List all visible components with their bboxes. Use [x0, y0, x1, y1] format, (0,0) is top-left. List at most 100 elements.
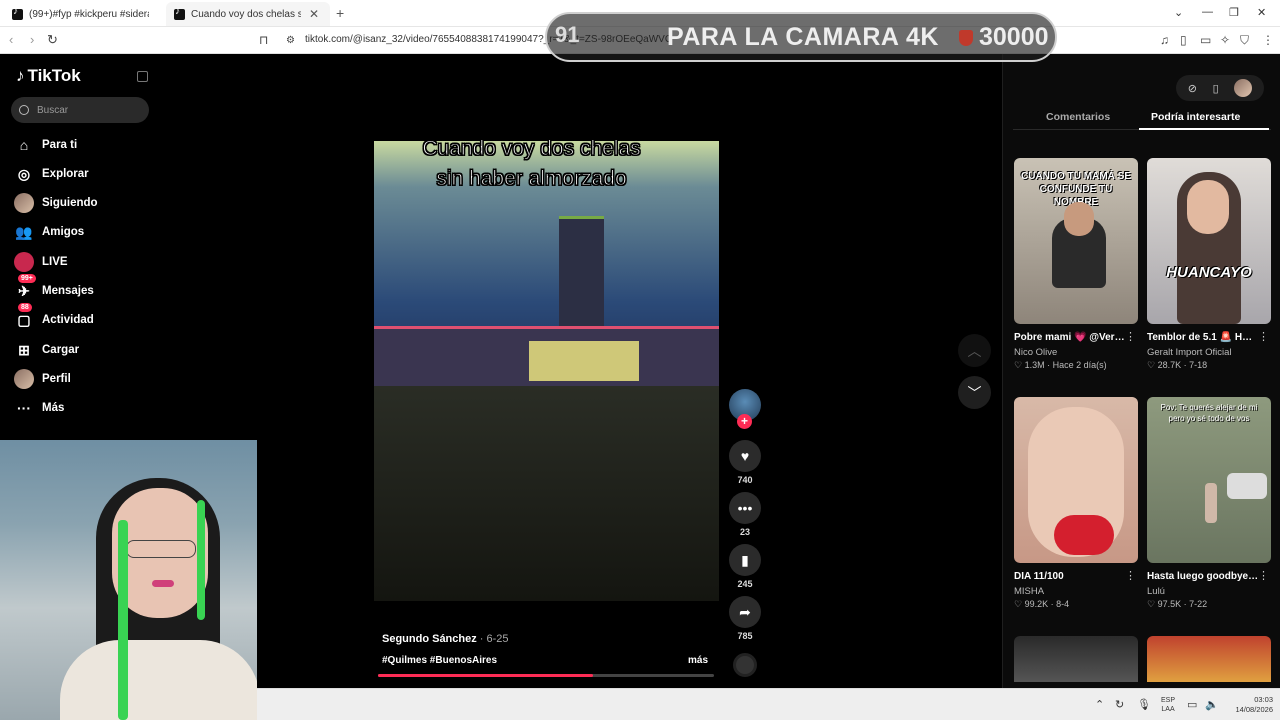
sidebar-icon[interactable]: ▯ [1180, 33, 1187, 47]
menu-icon[interactable]: ⋮ [1262, 33, 1274, 47]
sidebar-item-cargar[interactable]: ⊞ Cargar [14, 338, 79, 362]
sync-icon[interactable]: ↻ [1115, 698, 1124, 711]
minimize-icon[interactable]: — [1202, 6, 1213, 18]
card-title[interactable]: Pobre mami 💗 @Verigonzalez - ... [1014, 330, 1126, 345]
tab-comentarios[interactable]: Comentarios [1046, 111, 1110, 123]
logo-text: TikTok [27, 66, 81, 85]
sidebar-item-live[interactable]: LIVE [14, 250, 68, 274]
recommended-video-card[interactable]: Pov: Te querés alejar de mi pero yo sé t… [1147, 397, 1271, 610]
video-player[interactable] [374, 141, 719, 601]
close-tab-icon[interactable]: ✕ [309, 7, 319, 21]
bookmark-icon[interactable]: ⊓ [259, 33, 268, 47]
back-icon[interactable]: ‹ [9, 32, 13, 47]
recommended-video-card[interactable]: DIA 11/100 ⋮ MISHA ♡ 99.2K · 8-4 [1014, 397, 1138, 610]
follow-plus-icon[interactable]: + [737, 414, 752, 429]
more-link[interactable]: más [688, 655, 708, 666]
extensions-icon[interactable]: ✧ [1220, 33, 1230, 47]
thumb-face [1064, 202, 1094, 236]
card-author[interactable]: Lulú [1147, 586, 1271, 597]
forward-icon[interactable]: › [30, 32, 34, 47]
search-input[interactable] [37, 104, 137, 116]
sidebar-item-perfil[interactable]: Perfil [14, 367, 71, 391]
more-options-icon[interactable]: ⋮ [1125, 330, 1136, 343]
video-author[interactable]: Segundo Sánchez · 6-25 [382, 633, 509, 645]
video-thumbnail[interactable]: HUANCAYO [1147, 158, 1271, 324]
next-video-button[interactable]: ﹀ [958, 376, 991, 409]
video-hashtags[interactable]: #Quilmes #BuenosAires [382, 655, 497, 666]
recommended-video-card[interactable]: HUANCAYO Temblor de 5.1 🚨 HUANCAYO #huan… [1147, 158, 1271, 371]
clock-time: 03:03 [1254, 695, 1273, 704]
clock[interactable]: 03:03 14/08/2026 [1225, 695, 1273, 715]
browser-tab[interactable]: (99+)#fyp #kickperu #sideral | sidera [4, 2, 164, 26]
card-author[interactable]: Nico Olive [1014, 347, 1138, 358]
author-name[interactable]: Segundo Sánchez [382, 633, 477, 645]
shield-icon[interactable]: ⛉ [1240, 33, 1249, 48]
site-info-icon[interactable]: ⚙ [286, 35, 295, 46]
sidebar-item-label: Para ti [42, 139, 78, 151]
share-action[interactable]: ➦ 785 [729, 596, 761, 641]
share-icon[interactable]: ➦ [729, 596, 761, 628]
card-title[interactable]: Temblor de 5.1 🚨 HUANCAYO #huancay... [1147, 330, 1259, 345]
collapse-sidebar-icon[interactable] [137, 71, 148, 82]
microphone-icon[interactable]: 🎙 [1137, 698, 1151, 711]
heart-icon[interactable]: ♥ [729, 440, 761, 472]
more-options-icon[interactable]: ⋮ [1125, 569, 1136, 582]
sidebar-item-mensajes[interactable]: ✈ 99+ Mensajes [14, 274, 94, 303]
more-options-icon[interactable]: ⋮ [1258, 330, 1269, 343]
network-icon[interactable]: ▭ [1187, 698, 1197, 711]
sidebar-item-label: LIVE [42, 256, 68, 268]
search-box[interactable] [11, 97, 149, 123]
video-progress-bar[interactable] [378, 674, 714, 677]
sidebar-item-explorar[interactable]: ◎ Explorar [14, 162, 89, 186]
video-thumbnail[interactable] [1014, 397, 1138, 563]
user-avatar[interactable] [1234, 79, 1253, 97]
video-thumbnail[interactable]: Pov: Te querés alejar de mi pero yo sé t… [1147, 397, 1271, 563]
new-tab-icon[interactable]: + [336, 5, 344, 21]
compass-icon: ◎ [17, 165, 31, 182]
card-title[interactable]: DIA 11/100 [1014, 569, 1126, 584]
more-options-icon[interactable]: ⋮ [1258, 569, 1269, 582]
sidebar-item-amigos[interactable]: 👥 Amigos [14, 220, 84, 244]
bookmark-icon[interactable]: ▮ [729, 544, 761, 576]
volume-icon[interactable]: 🔈 [1205, 698, 1219, 711]
thumb-lollipop [1054, 515, 1114, 555]
video-thumbnail-partial[interactable] [1147, 636, 1271, 682]
maximize-icon[interactable]: ❐ [1229, 6, 1239, 19]
card-stats: ♡ 1.3M · Hace 2 día(s) [1014, 360, 1107, 370]
save-action[interactable]: ▮ 245 [729, 544, 761, 589]
sidebar-item-mas[interactable]: ··· Más [14, 396, 64, 420]
card-title[interactable]: Hasta luego goodbye #conozcotusecreto 😈 … [1147, 569, 1259, 584]
card-author[interactable]: Geralt Import Oficial [1147, 347, 1271, 358]
friends-icon: 👥 [15, 223, 33, 240]
device-icon[interactable]: ▯ [1213, 82, 1219, 95]
comment-action[interactable]: ••• 23 [729, 492, 761, 537]
coins-icon[interactable]: ⊘ [1188, 82, 1197, 95]
tiktok-logo[interactable]: ♪ TikTok [16, 66, 81, 86]
panel-tabs: Comentarios Podría interesarte [1013, 104, 1271, 130]
chevron-up-icon[interactable]: ⌃ [1095, 698, 1104, 711]
close-window-icon[interactable]: ✕ [1257, 6, 1266, 19]
tiktok-favicon-icon [174, 6, 185, 20]
wallet-icon[interactable]: ▭ [1200, 33, 1211, 47]
chevron-down-icon[interactable]: ⌄ [1174, 6, 1183, 19]
video-thumbnail-partial[interactable] [1014, 636, 1138, 682]
browser-tab-active[interactable]: Cuando voy dos chelas sin ha ✕ [166, 2, 330, 26]
sidebar-item-actividad[interactable]: ▢ 88 Actividad [14, 303, 94, 332]
sidebar-item-label: Siguiendo [42, 197, 98, 209]
tab-podria-interesarte[interactable]: Podría interesarte [1151, 111, 1240, 123]
sidebar-item-para-ti[interactable]: ⌂ Para ti [14, 133, 77, 157]
tab-title: (99+)#fyp #kickperu #sideral | sidera [29, 8, 149, 20]
comment-icon[interactable]: ••• [729, 492, 761, 524]
language-indicator[interactable]: ESP LAA [1161, 696, 1175, 714]
music-icon[interactable]: ♫ [1160, 33, 1169, 47]
music-disc-icon[interactable] [733, 653, 757, 677]
video-thumbnail[interactable]: CUANDO TU MAMÁ SE CONFUNDE TU NOMBRE [1014, 158, 1138, 324]
sidebar-item-siguiendo[interactable]: Siguiendo [14, 191, 98, 215]
webcam-person-body [60, 640, 257, 720]
card-author[interactable]: MISHA [1014, 586, 1138, 597]
like-action[interactable]: ♥ 740 [729, 440, 761, 485]
recommended-video-card[interactable]: CUANDO TU MAMÁ SE CONFUNDE TU NOMBRE Pob… [1014, 158, 1138, 371]
previous-video-button[interactable]: ︿ [958, 334, 991, 367]
tiktok-sidebar: ♪ TikTok ⌂ Para ti ◎ Explorar Siguiendo … [0, 54, 160, 440]
reload-icon[interactable]: ↻ [47, 32, 58, 48]
